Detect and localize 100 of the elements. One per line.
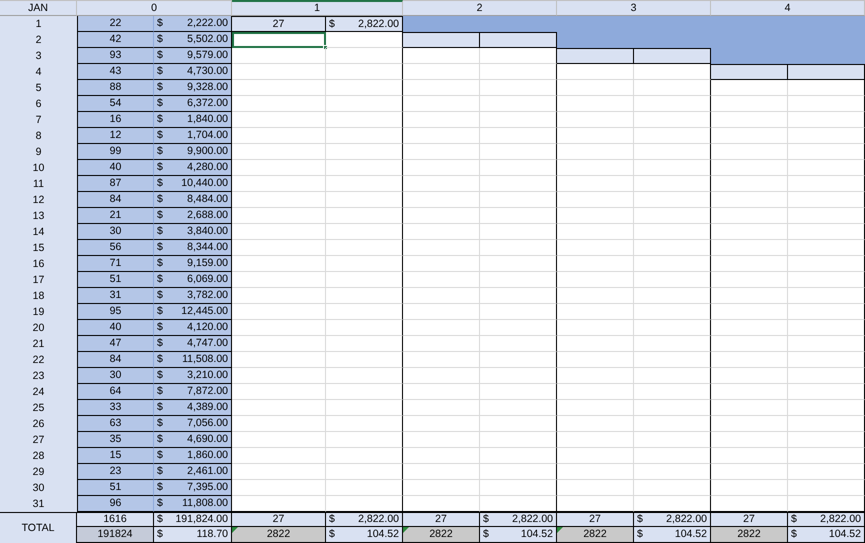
empty-cell[interactable] [326,208,403,224]
row-header[interactable]: 25 [0,400,77,416]
empty-cell[interactable] [634,144,711,160]
empty-cell[interactable] [326,480,403,496]
empty-cell[interactable] [480,352,557,368]
empty-cell[interactable] [634,224,711,240]
empty-cell[interactable] [788,320,865,336]
empty-cell[interactable] [326,272,403,288]
table-cell[interactable]: 27 [403,512,480,527]
row-header[interactable]: 11 [0,176,77,192]
table-cell[interactable]: 21 [77,208,154,224]
error-indicator-icon[interactable] [403,527,409,533]
empty-cell[interactable] [634,480,711,496]
empty-cell[interactable] [480,464,557,480]
empty-cell[interactable] [788,112,865,128]
table-cell[interactable]: 64 [77,384,154,400]
table-cell[interactable]: 2822 [557,527,634,543]
empty-cell[interactable] [326,112,403,128]
table-cell[interactable]: 40 [77,320,154,336]
table-cell[interactable]: 96 [77,496,154,512]
empty-cell[interactable] [788,176,865,192]
header-cell[interactable] [711,64,788,80]
row-header[interactable]: 10 [0,160,77,176]
table-cell[interactable]: 2822 [403,527,480,543]
empty-cell[interactable] [326,80,403,96]
table-cell[interactable]: 15 [77,448,154,464]
row-header[interactable]: 19 [0,304,77,320]
row-header[interactable]: 4 [0,64,77,80]
empty-cell[interactable] [326,448,403,464]
table-cell[interactable]: 88 [77,80,154,96]
empty-cell[interactable] [634,128,711,144]
empty-cell[interactable] [788,272,865,288]
row-header[interactable]: TOTAL [0,512,77,543]
empty-cell[interactable] [480,480,557,496]
table-cell[interactable]: 56 [77,240,154,256]
empty-cell[interactable] [788,336,865,352]
table-cell[interactable]: 27 [232,512,326,527]
table-cell[interactable]: 12 [77,128,154,144]
empty-cell[interactable] [480,144,557,160]
table-cell[interactable]: 71 [77,256,154,272]
empty-cell[interactable] [634,96,711,112]
table-cell[interactable]: 30 [77,368,154,384]
empty-cell[interactable] [480,192,557,208]
empty-cell[interactable] [480,288,557,304]
empty-cell[interactable] [326,464,403,480]
table-cell[interactable]: 51 [77,480,154,496]
empty-cell[interactable] [480,208,557,224]
empty-cell[interactable] [788,240,865,256]
row-header[interactable]: 6 [0,96,77,112]
row-header[interactable]: 27 [0,432,77,448]
empty-cell[interactable] [326,400,403,416]
empty-cell[interactable] [788,304,865,320]
empty-cell[interactable] [788,160,865,176]
empty-cell[interactable] [634,304,711,320]
table-cell[interactable]: 54 [77,96,154,112]
empty-cell[interactable] [480,112,557,128]
table-cell[interactable]: 99 [77,144,154,160]
empty-cell[interactable] [480,176,557,192]
empty-cell[interactable] [788,480,865,496]
empty-cell[interactable] [788,400,865,416]
empty-cell[interactable] [634,240,711,256]
empty-cell[interactable] [480,432,557,448]
error-indicator-icon[interactable] [232,527,238,533]
empty-cell[interactable] [480,448,557,464]
empty-cell[interactable] [788,128,865,144]
column-header[interactable]: JAN [0,0,77,16]
table-cell[interactable]: 84 [77,192,154,208]
empty-cell[interactable] [326,144,403,160]
table-cell[interactable]: 2822 [232,527,326,543]
header-cell[interactable] [557,48,634,64]
table-cell[interactable]: 2822 [711,527,788,543]
row-header[interactable]: 1 [0,16,77,32]
empty-cell[interactable] [634,272,711,288]
empty-cell[interactable] [326,240,403,256]
selected-cell[interactable] [232,32,326,48]
empty-cell[interactable] [634,400,711,416]
empty-cell[interactable] [480,160,557,176]
empty-cell[interactable] [480,320,557,336]
empty-cell[interactable] [634,368,711,384]
empty-cell[interactable] [326,336,403,352]
empty-cell[interactable] [480,80,557,96]
row-header[interactable]: 22 [0,352,77,368]
empty-cell[interactable] [788,256,865,272]
table-cell[interactable]: 16 [77,112,154,128]
table-cell[interactable]: 27 [557,512,634,527]
empty-cell[interactable] [634,192,711,208]
empty-cell[interactable] [634,320,711,336]
table-cell[interactable]: 63 [77,416,154,432]
empty-cell[interactable] [788,432,865,448]
empty-cell[interactable] [326,384,403,400]
table-cell[interactable]: 31 [77,288,154,304]
empty-cell[interactable] [788,192,865,208]
empty-cell[interactable] [634,208,711,224]
empty-cell[interactable] [788,448,865,464]
row-header[interactable]: 3 [0,48,77,64]
row-header[interactable]: 2 [0,32,77,48]
column-header[interactable]: 1 [232,0,403,16]
empty-cell[interactable] [326,432,403,448]
empty-cell[interactable] [634,256,711,272]
error-indicator-icon[interactable] [557,527,563,533]
